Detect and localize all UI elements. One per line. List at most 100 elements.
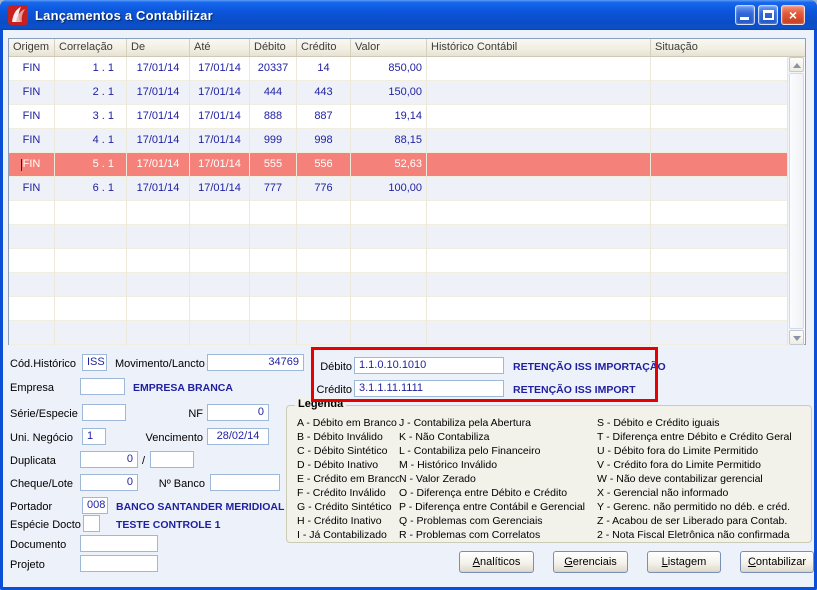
- maximize-button[interactable]: [758, 5, 778, 25]
- entries-grid: Origem Correlação De Até Débito Crédito …: [8, 38, 806, 345]
- movimento-lancto-field[interactable]: 34769: [207, 354, 304, 371]
- scroll-up-button[interactable]: [789, 57, 804, 72]
- title-bar[interactable]: Lançamentos a Contabilizar ×: [0, 0, 817, 30]
- table-row-selected[interactable]: FIN5 . 117/01/1417/01/1455555652,63: [9, 153, 788, 177]
- cell-de: 17/01/14: [127, 177, 190, 201]
- cell-ate: 17/01/14: [190, 81, 250, 105]
- portador-label: Portador: [10, 501, 52, 513]
- cell-debito: 999: [250, 129, 297, 153]
- empty-row: [9, 225, 788, 249]
- cell-situacao: [651, 177, 788, 201]
- gerenciais-button[interactable]: Gerenciais: [553, 551, 628, 573]
- legend-item: A - Débito em Branco: [297, 416, 399, 430]
- cell-debito: 20337: [250, 57, 297, 81]
- grid-header-row: Origem Correlação De Até Débito Crédito …: [9, 39, 805, 57]
- uni-negocio-field[interactable]: 1: [82, 428, 106, 445]
- cell-situacao: [651, 57, 788, 81]
- cell-historico: [427, 105, 651, 129]
- cell-ate: 17/01/14: [190, 57, 250, 81]
- table-row[interactable]: FIN6 . 117/01/1417/01/14777776100,00: [9, 177, 788, 201]
- cell-historico: [427, 153, 651, 177]
- duplicata-field-2[interactable]: [150, 451, 194, 468]
- analiticos-button[interactable]: Analíticos: [459, 551, 534, 573]
- credito-field[interactable]: 3.1.1.11.1111: [354, 380, 504, 397]
- legend-item: C - Débito Sintético: [297, 444, 399, 458]
- cell-valor: 850,00: [351, 57, 427, 81]
- cell-debito: 888: [250, 105, 297, 129]
- cell-correlacao: 2 . 1: [55, 81, 127, 105]
- cell-credito: 887: [297, 105, 351, 129]
- column-header-historico[interactable]: Histórico Contábil: [427, 39, 651, 56]
- table-row[interactable]: FIN3 . 117/01/1417/01/1488888719,14: [9, 105, 788, 129]
- table-row[interactable]: FIN2 . 117/01/1417/01/14444443150,00: [9, 81, 788, 105]
- especie-docto-label: Espécie Docto: [10, 519, 81, 531]
- empresa-descricao: EMPRESA BRANCA: [133, 382, 233, 394]
- num-banco-label: Nº Banco: [117, 478, 205, 490]
- close-button[interactable]: ×: [781, 5, 805, 25]
- portador-field[interactable]: 008: [82, 497, 108, 514]
- cell-de: 17/01/14: [127, 153, 190, 177]
- app-window: Lançamentos a Contabilizar × Origem Corr…: [0, 0, 817, 590]
- cell-correlacao: 3 . 1: [55, 105, 127, 129]
- cell-situacao: [651, 129, 788, 153]
- legend-item: N - Valor Zerado: [399, 472, 599, 486]
- cell-correlacao: 5 . 1: [55, 153, 127, 177]
- column-header-valor[interactable]: Valor: [351, 39, 427, 56]
- table-row[interactable]: FIN4 . 117/01/1417/01/1499999888,15: [9, 129, 788, 153]
- column-header-debito[interactable]: Débito: [250, 39, 297, 56]
- cell-valor: 88,15: [351, 129, 427, 153]
- listagem-button[interactable]: Listagem: [647, 551, 721, 573]
- app-icon: [8, 5, 28, 25]
- movimento-lancto-label: Movimento/Lancto: [115, 358, 205, 370]
- debito-field[interactable]: 1.1.0.10.1010: [354, 357, 504, 374]
- cell-credito: 443: [297, 81, 351, 105]
- cell-de: 17/01/14: [127, 129, 190, 153]
- cell-origem: FIN: [9, 57, 55, 81]
- column-header-de[interactable]: De: [127, 39, 190, 56]
- cell-valor: 19,14: [351, 105, 427, 129]
- legend-item: U - Débito fora do Limite Permitido: [597, 444, 811, 458]
- credito-label: Crédito: [312, 384, 352, 396]
- cell-debito: 555: [250, 153, 297, 177]
- nf-label: NF: [115, 408, 203, 420]
- cell-credito: 14: [297, 57, 351, 81]
- portador-descricao: BANCO SANTANDER MERIDIOAL: [116, 501, 284, 513]
- uni-negocio-label: Uni. Negócio: [10, 432, 73, 444]
- legend-item: T - Diferença entre Débito e Crédito Ger…: [597, 430, 811, 444]
- serie-especie-label: Série/Especie: [10, 408, 78, 420]
- chevron-down-icon: [793, 336, 801, 341]
- nf-field[interactable]: 0: [207, 404, 269, 421]
- minimize-button[interactable]: [735, 5, 755, 25]
- column-header-credito[interactable]: Crédito: [297, 39, 351, 56]
- cod-historico-field[interactable]: ISS: [82, 354, 107, 371]
- empresa-field[interactable]: [80, 378, 125, 395]
- legend-item: Z - Acabou de ser Liberado para Contab.: [597, 514, 811, 528]
- credito-descricao: RETENÇÃO ISS IMPORT: [513, 384, 636, 396]
- debito-label: Débito: [312, 361, 352, 373]
- column-header-origem[interactable]: Origem: [9, 39, 55, 56]
- documento-field[interactable]: [80, 535, 158, 552]
- scrollbar-thumb[interactable]: [789, 73, 804, 329]
- legend-item: D - Débito Inativo: [297, 458, 399, 472]
- vertical-scrollbar[interactable]: [787, 57, 804, 345]
- duplicata-field[interactable]: 0: [80, 451, 138, 468]
- column-header-situacao[interactable]: Situação: [651, 39, 805, 56]
- legend-item: I - Já Contabilizado: [297, 528, 399, 542]
- vencimento-field[interactable]: 28/02/14: [207, 428, 269, 445]
- projeto-field[interactable]: [80, 555, 158, 572]
- num-banco-field[interactable]: [210, 474, 280, 491]
- column-header-ate[interactable]: Até: [190, 39, 250, 56]
- cell-ate: 17/01/14: [190, 129, 250, 153]
- column-header-correlacao[interactable]: Correlação: [55, 39, 127, 56]
- especie-docto-field[interactable]: [83, 515, 100, 532]
- legend-item: V - Crédito fora do Limite Permitido: [597, 458, 811, 472]
- scroll-down-button[interactable]: [789, 330, 804, 345]
- table-row[interactable]: FIN1 . 117/01/1417/01/142033714850,00: [9, 57, 788, 81]
- contabilizar-button[interactable]: Contabilizar: [740, 551, 814, 573]
- grid-body: FIN1 . 117/01/1417/01/142033714850,00 FI…: [9, 57, 788, 345]
- legend-item: G - Crédito Sintético: [297, 500, 399, 514]
- legend-column-3: S - Débito e Crédito iguaisT - Diferença…: [597, 416, 811, 542]
- legend-item: 2 - Nota Fiscal Eletrônica não confirmad…: [597, 528, 811, 542]
- duplicata-separator: /: [142, 455, 145, 467]
- legend-item: K - Não Contabiliza: [399, 430, 599, 444]
